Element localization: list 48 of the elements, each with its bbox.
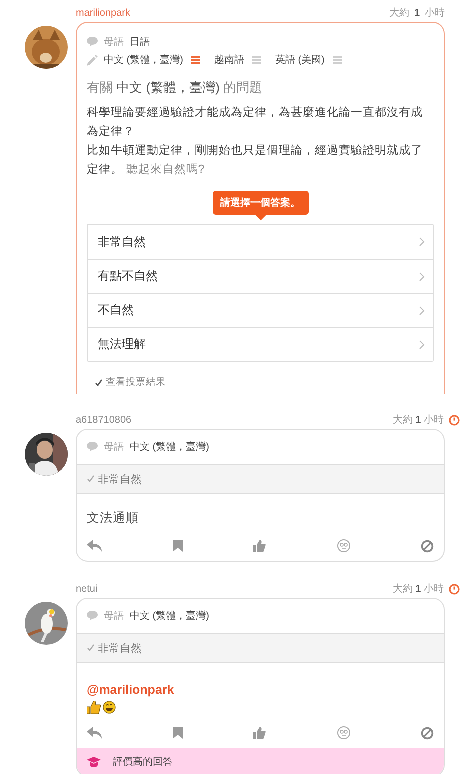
answer-option[interactable]: 無法理解 (88, 327, 433, 361)
native-label: 母語 (104, 610, 124, 623)
thumbs-up-icon (87, 701, 101, 714)
timestamp: 大約 1 小時 (392, 582, 444, 596)
graduation-cap-icon (87, 756, 101, 768)
check-icon (87, 475, 95, 483)
timestamp: 大約 1 小時 (389, 6, 445, 20)
language-name: 日語 (130, 36, 150, 49)
block-button[interactable] (421, 726, 434, 740)
native-label: 母語 (104, 440, 124, 454)
vote-text: 非常自然 (98, 642, 142, 656)
username[interactable]: a618710806 (76, 414, 132, 426)
speech-bubble-icon (87, 442, 98, 452)
username[interactable]: netui (76, 584, 98, 594)
language-name: 越南語 (214, 54, 244, 67)
language-name: 中文 (繁體，臺灣) (104, 54, 184, 67)
language-name: 英語 (美國) (275, 54, 325, 67)
question-text: 科學理論要經過驗證才能成為定律，為甚麼進化論一直都沒有成為定律？ 比如牛頓運動定律，剛開始也只是個理論，經過實驗證明就成了定律。 聽起來自然嗎? (87, 105, 424, 178)
bookmark-button[interactable] (172, 727, 182, 739)
like-button[interactable] (253, 727, 266, 739)
chevron-icon (419, 340, 425, 350)
native-label: 母語 (104, 36, 124, 49)
bookmark-button[interactable] (172, 540, 182, 552)
reply-button[interactable] (87, 727, 102, 739)
block-button[interactable] (421, 540, 434, 552)
language-name: 中文 (繁體，臺灣) (130, 610, 210, 623)
funny-button[interactable] (336, 539, 350, 553)
timestamp: 大約 1 小時 (392, 414, 444, 427)
username[interactable]: marilionpark (76, 8, 130, 18)
chevron-icon (419, 237, 425, 247)
question-title: 有關 中文 (繁體，臺灣) 的問題 (87, 79, 264, 97)
language-name: 中文 (繁體，臺灣) (130, 440, 210, 454)
speech-bubble-icon (87, 37, 98, 47)
like-button[interactable] (253, 540, 266, 552)
funny-button[interactable] (336, 726, 350, 740)
pencil-icon (87, 54, 98, 66)
chevron-icon (419, 306, 425, 316)
mention-link[interactable]: @marilionpark (87, 683, 434, 697)
smile-icon (103, 701, 116, 714)
results-link[interactable]: 查看投票結果 (106, 376, 166, 389)
reply-button[interactable] (87, 540, 102, 552)
chevron-icon (419, 272, 425, 282)
check-icon (87, 644, 95, 652)
check-icon (95, 378, 103, 386)
speech-bubble-icon (87, 611, 98, 621)
vote-text: 非常自然 (98, 472, 142, 486)
badge-text: 評價高的回答 (113, 756, 173, 769)
answer-text: 文法通順 (87, 510, 140, 527)
